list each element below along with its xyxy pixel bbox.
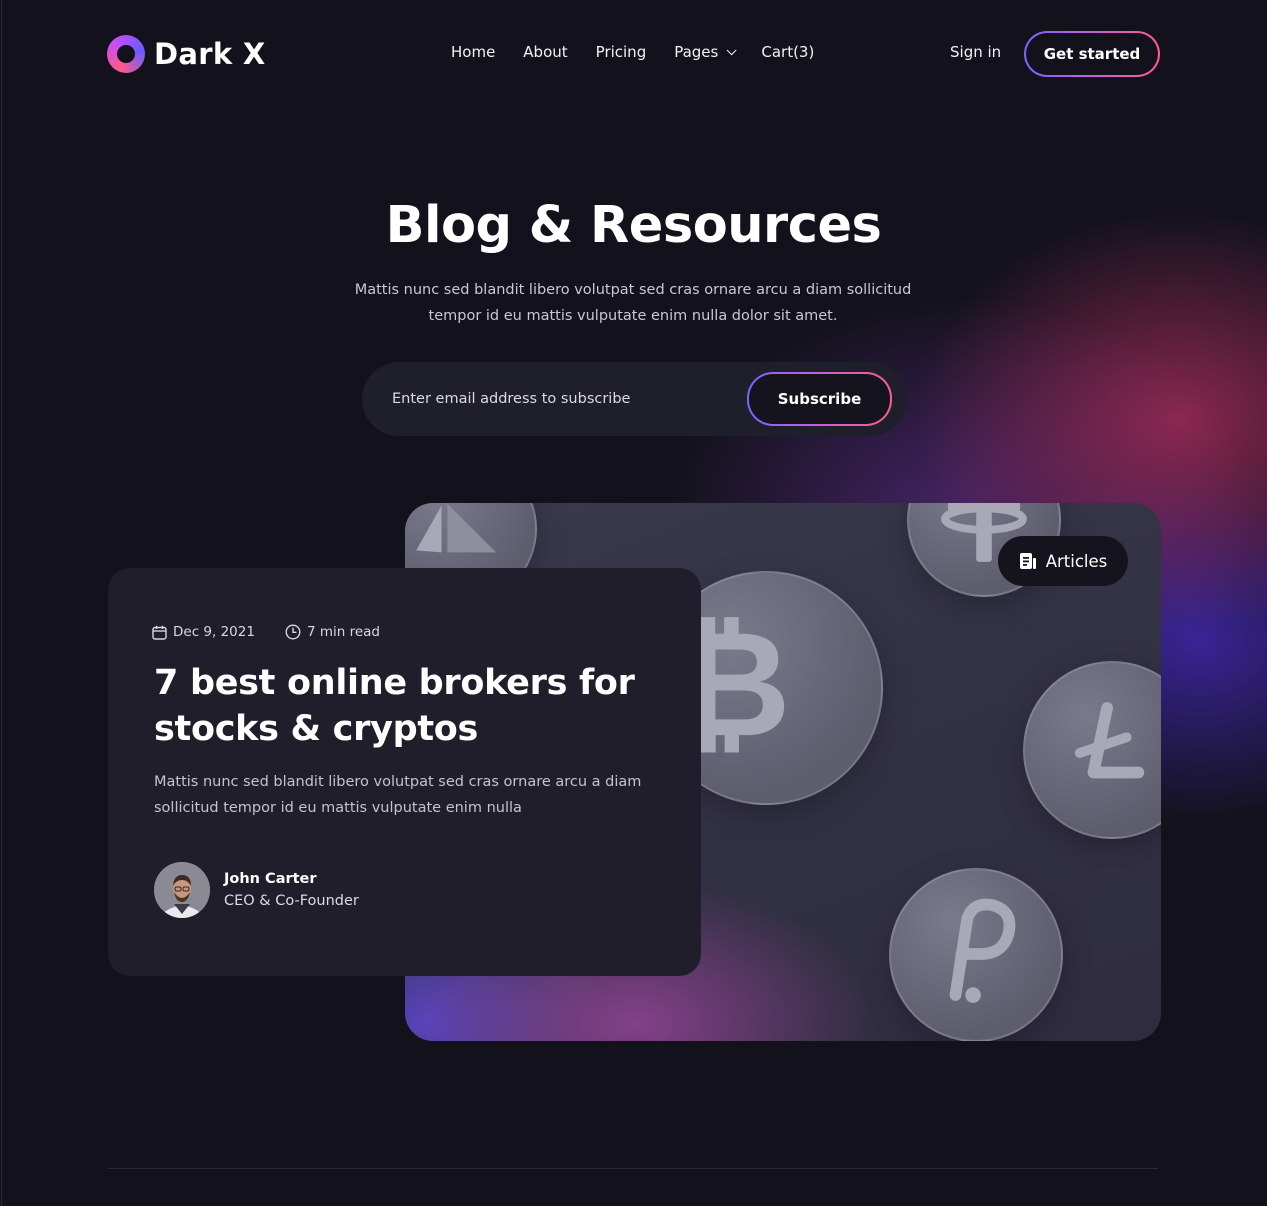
logo[interactable]: Dark X (107, 35, 266, 73)
sign-in-link[interactable]: Sign in (950, 43, 1001, 61)
subscribe-button[interactable]: Subscribe (747, 372, 892, 426)
subscribe-form: Subscribe (362, 362, 907, 436)
avatar (154, 862, 210, 918)
logo-icon (107, 35, 145, 73)
email-input[interactable] (392, 384, 732, 414)
subscribe-label: Subscribe (749, 374, 890, 424)
article-date: Dec 9, 2021 (152, 624, 255, 640)
article-title[interactable]: 7 best online brokers for stocks & crypt… (154, 660, 654, 752)
clock-icon (285, 624, 301, 640)
articles-tag-label: Articles (1045, 551, 1108, 571)
nav-item-cart[interactable]: Cart(3) (761, 43, 814, 61)
author-name: John Carter (224, 871, 317, 887)
article-date-text: Dec 9, 2021 (173, 624, 255, 640)
hero-subtitle: Mattis nunc sed blandit libero volutpat … (354, 282, 912, 324)
polkadot-coin-icon (889, 868, 1063, 1041)
chevron-down-icon (727, 44, 737, 55)
calendar-icon (152, 625, 167, 640)
article-excerpt: Mattis nunc sed blandit libero volutpat … (154, 774, 642, 816)
article-read-time-text: 7 min read (306, 624, 380, 640)
main-nav: Home About Pricing Pages Cart(3) (451, 43, 814, 61)
nav-item-home[interactable]: Home (451, 43, 495, 61)
logo-text: Dark X (154, 37, 266, 71)
nav-item-pages-label: Pages (674, 43, 719, 61)
featured-article-card[interactable]: Dec 9, 2021 7 min read 7 best online bro… (108, 568, 701, 976)
nav-item-pages[interactable]: Pages (674, 43, 737, 61)
page-title: Blog & Resources (385, 196, 882, 255)
section-divider (108, 1168, 1158, 1169)
get-started-label: Get started (1026, 33, 1158, 75)
frame-border (1, 0, 2, 1206)
document-icon (1019, 553, 1036, 569)
get-started-button[interactable]: Get started (1024, 31, 1160, 77)
nav-item-pricing[interactable]: Pricing (596, 43, 647, 61)
author-role: CEO & Co-Founder (224, 893, 359, 909)
nav-item-about[interactable]: About (523, 43, 567, 61)
litecoin-coin-icon (1023, 661, 1161, 839)
page: Dark X Home About Pricing Pages Cart(3) … (0, 0, 1267, 1206)
article-meta: Dec 9, 2021 7 min read (152, 624, 380, 640)
article-read-time: 7 min read (285, 624, 380, 640)
article-author: John Carter CEO & Co-Founder (154, 862, 359, 918)
articles-tag[interactable]: Articles (998, 536, 1128, 586)
